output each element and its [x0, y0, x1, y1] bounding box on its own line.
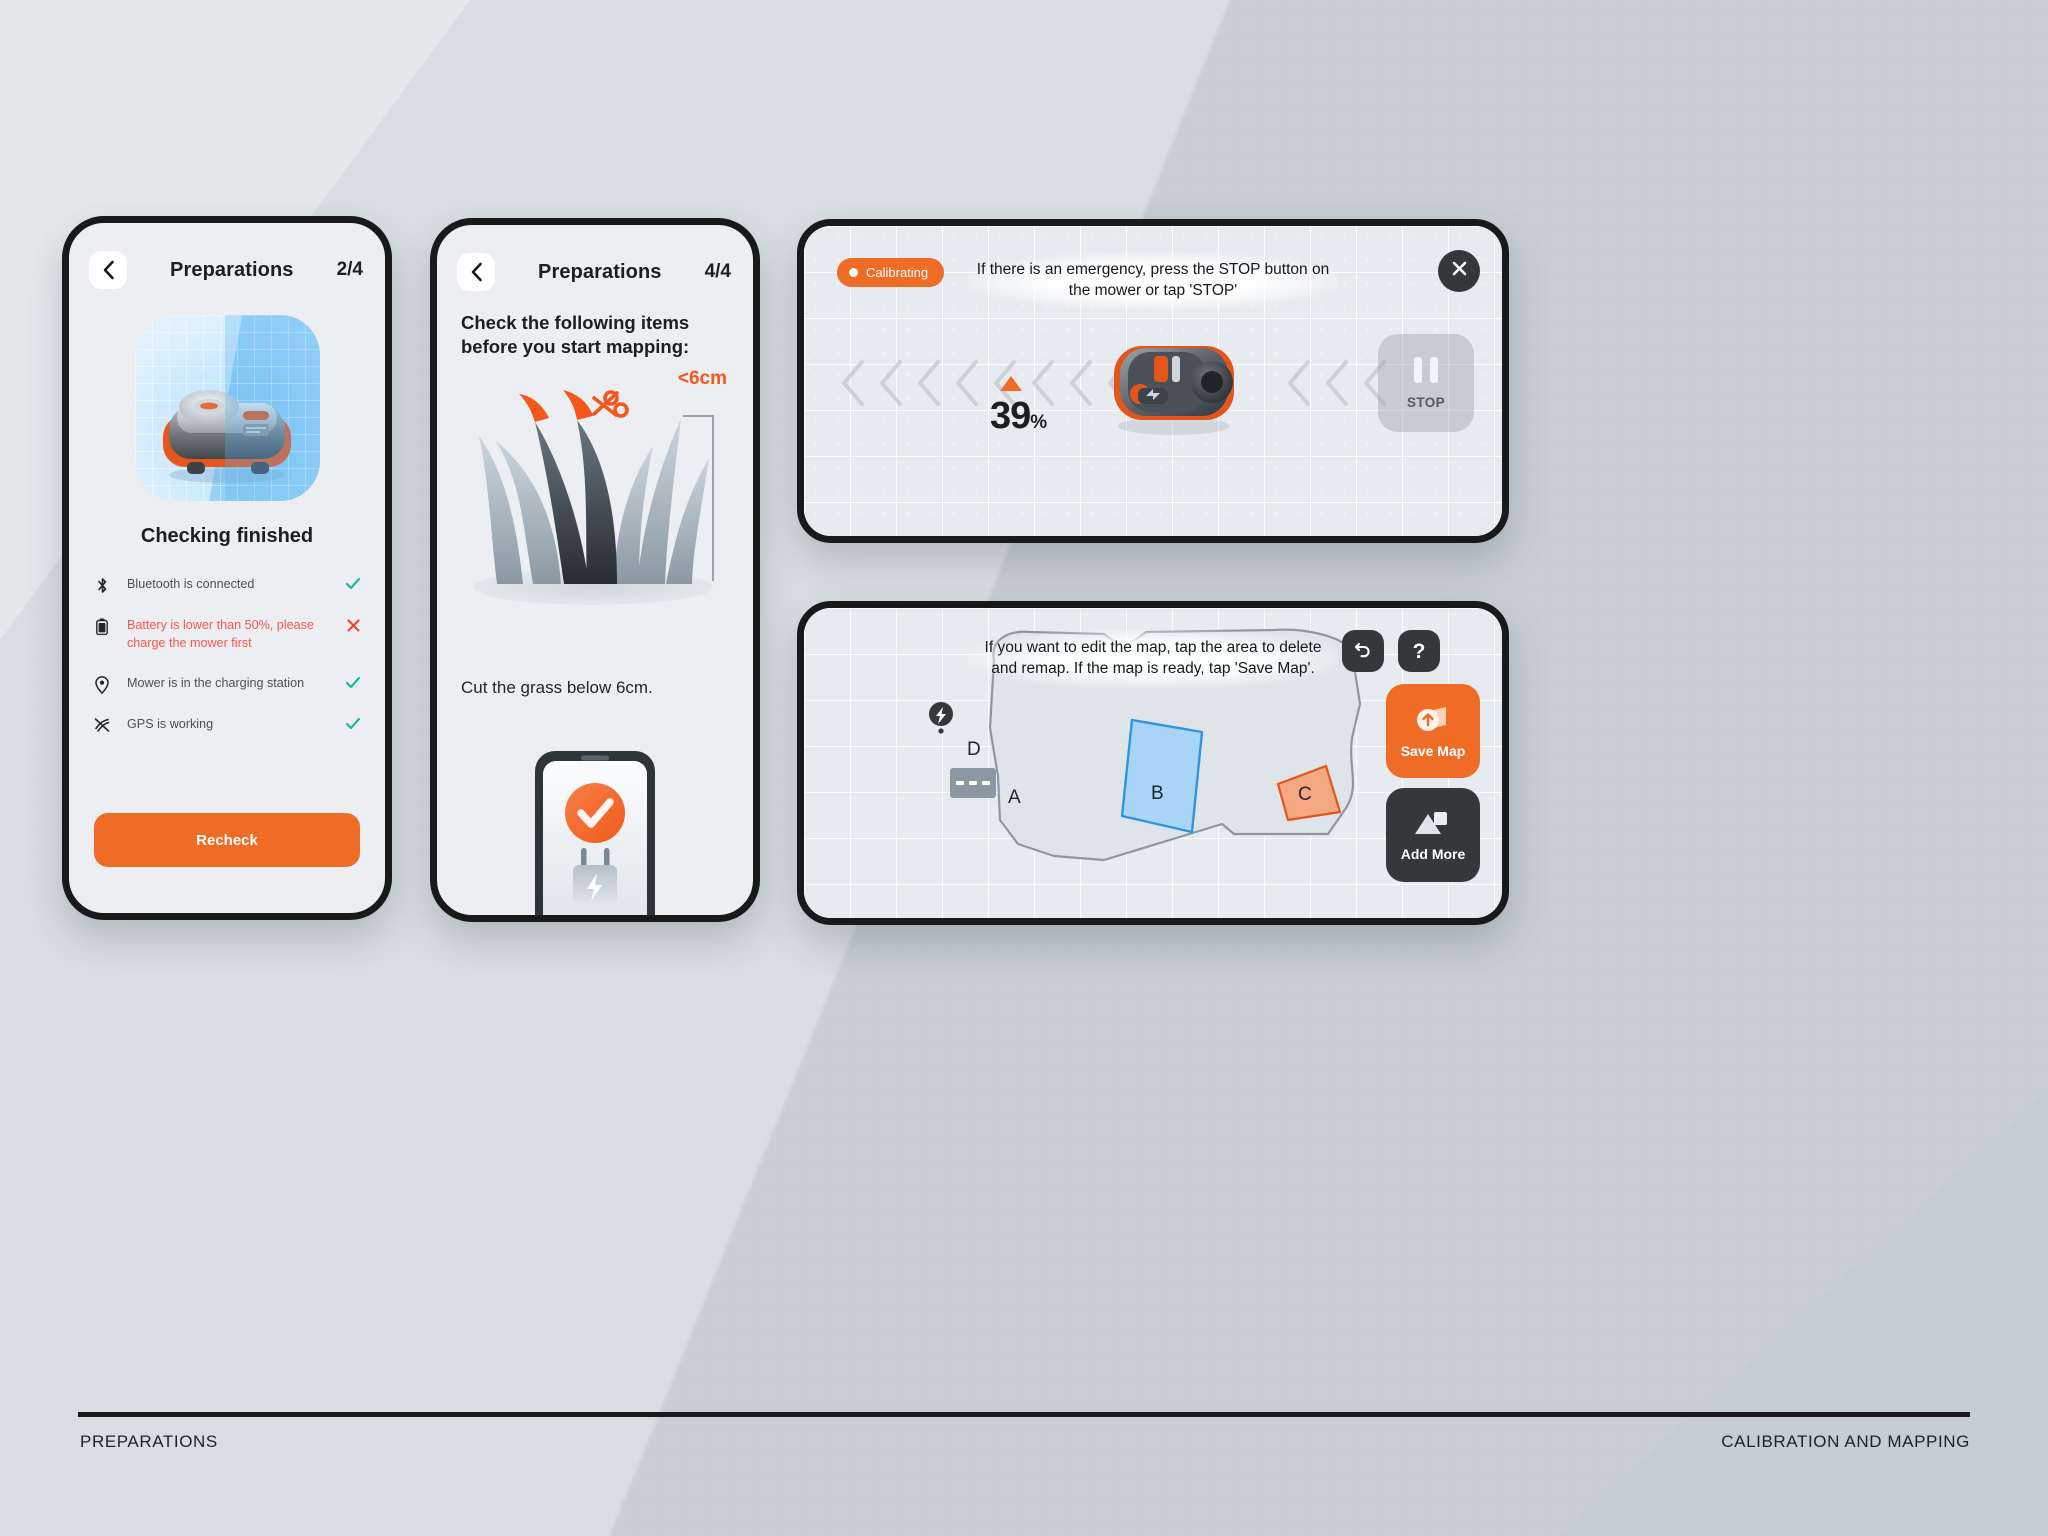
charging-phone-with-checkmark-icon — [535, 751, 655, 915]
mapping-instruction-heading: Check the following items before you sta… — [461, 312, 690, 357]
checklist-item-label: Battery is lower than 50%, please charge… — [127, 618, 314, 650]
phone-preparations-2-4: Preparations 2/4 Checking finished Bluet… — [62, 216, 392, 920]
charging-station-icon[interactable] — [927, 701, 955, 735]
gps-signal-icon — [93, 716, 111, 733]
panel-calibration: Calibrating If there is an emergency, pr… — [797, 219, 1509, 543]
status-error-icon — [343, 617, 363, 638]
scissors-icon — [592, 390, 629, 419]
add-more-label: Add More — [1400, 845, 1466, 862]
zone-b-shape[interactable] — [1114, 704, 1224, 844]
progress-unit: % — [1030, 412, 1047, 433]
battery-icon — [93, 617, 111, 635]
checklist-item-label: Bluetooth is connected — [127, 577, 255, 591]
grass-illustration: <6cm — [461, 368, 731, 664]
save-map-icon — [1413, 704, 1453, 739]
status-badge-calibrating: Calibrating — [837, 258, 945, 287]
dock-station-zone-d[interactable] — [950, 768, 996, 798]
checklist-item-battery[interactable]: Battery is lower than 50%, please charge… — [93, 617, 363, 653]
save-map-label: Save Map — [1400, 742, 1466, 759]
calibration-progress: 39% — [990, 395, 1047, 438]
status-heading: Checking finished — [140, 525, 314, 547]
grass-svg — [473, 390, 714, 606]
phone-preparations-4-4: Preparations 4/4 Check the following ite… — [430, 218, 760, 922]
phone1-header: Preparations 2/4 — [69, 223, 385, 289]
status-check-icon — [343, 675, 363, 694]
bluetooth-icon — [93, 576, 111, 594]
preparation-checklist: Bluetooth is connected Battery is lower … — [93, 576, 363, 735]
recheck-button[interactable]: Recheck — [94, 813, 360, 867]
mower-hero-image — [134, 315, 320, 501]
chevron-left-icon — [470, 262, 483, 282]
checklist-item-label: GPS is working — [127, 716, 214, 731]
close-icon — [1451, 260, 1468, 282]
mapping-hint-text: If you want to edit the map, tap the are… — [968, 630, 1338, 688]
panel-mapping: If you want to edit the map, tap the are… — [797, 601, 1509, 925]
add-zone-icon — [1414, 809, 1452, 842]
location-pin-icon — [93, 675, 111, 694]
page-title: Preparations — [538, 260, 662, 283]
stop-button-label: STOP — [1406, 394, 1446, 410]
footer-divider — [78, 1412, 1970, 1417]
page-title: Preparations — [170, 258, 294, 281]
undo-icon — [1353, 639, 1373, 664]
help-button[interactable]: ? — [1398, 630, 1440, 672]
measurement-label: <6cm — [677, 368, 727, 390]
back-button[interactable] — [457, 253, 495, 291]
zone-label-d: D — [967, 739, 981, 760]
checklist-item-label: Mower is in the charging station — [127, 675, 305, 690]
calibration-hint-text: If there is an emergency, press the STOP… — [968, 252, 1338, 310]
status-dot-icon — [849, 268, 858, 277]
mower-top-view-icon — [1114, 346, 1234, 435]
checklist-item-gps[interactable]: GPS is working — [93, 716, 363, 735]
progress-value: 39 — [990, 395, 1031, 437]
footer-left-label: PREPARATIONS — [80, 1432, 218, 1451]
step-counter: 2/4 — [336, 259, 363, 280]
phone2-header: Preparations 4/4 — [437, 225, 753, 291]
checklist-item-bluetooth[interactable]: Bluetooth is connected — [93, 576, 363, 595]
zone-label-b: B — [1151, 783, 1164, 804]
zone-label-c: C — [1298, 784, 1312, 805]
save-map-button[interactable]: Save Map — [1386, 684, 1480, 778]
status-badge-label: Calibrating — [866, 265, 929, 280]
grass-caption: Cut the grass below 6cm. — [461, 678, 653, 698]
back-button[interactable] — [89, 251, 127, 289]
checklist-item-charging-station[interactable]: Mower is in the charging station — [93, 675, 363, 694]
step-counter: 4/4 — [704, 261, 731, 282]
add-more-button[interactable]: Add More — [1386, 788, 1480, 882]
zone-label-a: A — [1008, 787, 1021, 808]
pause-icon — [1414, 356, 1438, 383]
hero-blue-tint — [225, 315, 320, 501]
progress-arrow-icon — [1000, 376, 1022, 391]
footer-right-label: CALIBRATION AND MAPPING — [1721, 1432, 1970, 1451]
question-mark-icon: ? — [1412, 639, 1426, 663]
stop-button[interactable]: STOP — [1378, 334, 1474, 432]
undo-button[interactable] — [1342, 630, 1384, 672]
chevron-left-icon — [102, 260, 115, 280]
status-check-icon — [343, 716, 363, 735]
close-button[interactable] — [1438, 250, 1480, 292]
status-check-icon — [343, 576, 363, 595]
